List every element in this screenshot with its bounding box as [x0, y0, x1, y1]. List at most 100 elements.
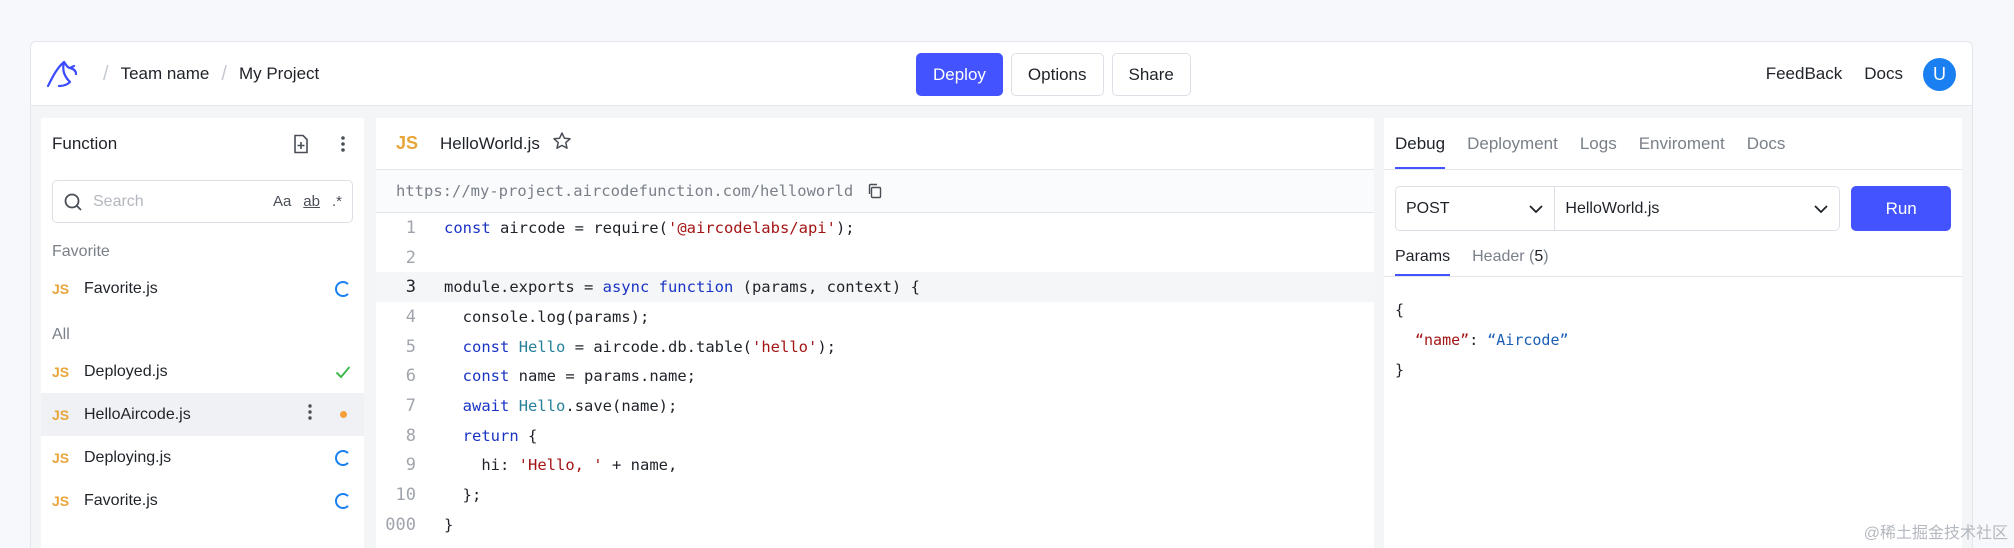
action-buttons: Deploy Options Share: [916, 53, 1191, 96]
code-area[interactable]: 1 const aircode = require('@aircodelabs/a…: [376, 213, 1374, 540]
line-number: 2: [405, 247, 416, 268]
loading-icon: [333, 491, 353, 511]
tab-deployment[interactable]: Deployment: [1467, 134, 1558, 169]
copy-icon[interactable]: [867, 183, 883, 199]
json-line: “name”: “Aircode”: [1395, 325, 1951, 355]
params-json-editor[interactable]: { “name”: “Aircode” }: [1384, 277, 1962, 403]
header-links: FeedBack Docs U: [1766, 42, 1956, 106]
js-file-icon: JS: [52, 363, 70, 380]
js-file-icon: JS: [52, 406, 70, 423]
workspace: Function Search Aa ab .* Favorite JS Fav…: [31, 106, 1972, 548]
loading-icon: [333, 279, 353, 299]
file-name: Deployed.js: [84, 362, 168, 380]
line-number: 8: [405, 425, 416, 446]
tab-docs[interactable]: Docs: [1747, 134, 1786, 169]
watermark: @稀土掘金技术社区: [1863, 525, 2008, 542]
section-label-favorite: Favorite: [52, 243, 110, 260]
file-item-selected[interactable]: JS HelloAircode.js: [41, 393, 364, 436]
js-file-icon: JS: [396, 133, 419, 153]
js-file-icon: JS: [52, 280, 70, 297]
section-label-all: All: [52, 326, 70, 343]
json-key: “name”: [1415, 331, 1470, 349]
header-tab-label: Header (: [1472, 248, 1535, 265]
star-icon[interactable]: [552, 131, 572, 156]
file-value: HelloWorld.js: [1565, 199, 1660, 217]
search-placeholder: Search: [93, 192, 144, 210]
breadcrumb-separator: /: [221, 62, 227, 85]
tab-logs[interactable]: Logs: [1580, 134, 1617, 169]
file-name: HelloAircode.js: [84, 405, 191, 423]
json-colon: :: [1469, 331, 1488, 349]
match-case-toggle[interactable]: Aa: [273, 193, 291, 210]
checkmark-icon: [333, 362, 353, 382]
line-number: 7: [405, 395, 416, 416]
run-button[interactable]: Run: [1851, 186, 1951, 231]
header-count: 5: [1534, 248, 1544, 265]
debug-panel: Debug Deployment Logs Enviroment Docs PO…: [1384, 118, 1962, 548]
breadcrumb-separator: /: [103, 62, 109, 85]
js-file-icon: JS: [52, 449, 70, 466]
search-icon: [64, 193, 82, 211]
json-close-brace: }: [1395, 361, 1405, 379]
chevron-down-icon: [1814, 204, 1828, 213]
breadcrumb-team[interactable]: Team name: [121, 64, 210, 84]
method-value: POST: [1406, 199, 1450, 217]
regex-toggle[interactable]: .*: [332, 193, 342, 210]
share-button[interactable]: Share: [1111, 53, 1191, 96]
tab-debug[interactable]: Debug: [1395, 134, 1446, 169]
line-number: 000: [385, 514, 416, 535]
code-line: 9 hi: 'Hello, ' + name,: [376, 451, 1374, 481]
chevron-down-icon: [1529, 204, 1544, 213]
docs-link[interactable]: Docs: [1864, 64, 1903, 84]
function-url[interactable]: https://my-project.aircodefunction.com/h…: [396, 182, 853, 200]
file-select[interactable]: HelloWorld.js: [1555, 186, 1841, 231]
file-item[interactable]: JS Deployed.js: [41, 350, 364, 393]
aircode-logo-icon[interactable]: [44, 56, 80, 92]
new-file-icon[interactable]: [291, 134, 311, 154]
deploy-button[interactable]: Deploy: [916, 53, 1003, 96]
more-vertical-icon[interactable]: [307, 403, 313, 426]
file-item[interactable]: JS Favorite.js: [41, 479, 364, 522]
tab-params[interactable]: Params: [1395, 248, 1451, 276]
line-number: 6: [405, 366, 416, 387]
sidebar-header: Function: [41, 118, 364, 170]
editor-tab-name: HelloWorld.js: [440, 133, 540, 153]
file-name: Favorite.js: [84, 491, 158, 509]
code-line-current: 3 module.exports = async function (params…: [376, 272, 1374, 303]
code-line: 4 console.log(params);: [376, 302, 1374, 332]
code-line: 1 const aircode = require('@aircodelabs/a…: [376, 213, 1374, 243]
code-line: 2: [376, 243, 1374, 273]
code-editor: JS HelloWorld.js https://my-project.airc…: [376, 118, 1374, 548]
avatar[interactable]: U: [1923, 57, 1956, 91]
code-line: 8 return {: [376, 421, 1374, 451]
unsaved-dot-icon: [333, 405, 353, 425]
top-bar: / Team name / My Project Deploy Options …: [31, 42, 1972, 106]
panel-tabs: Debug Deployment Logs Enviroment Docs: [1384, 118, 1962, 170]
tab-enviroment[interactable]: Enviroment: [1639, 134, 1725, 169]
line-number: 4: [405, 306, 416, 327]
editor-tab[interactable]: JS HelloWorld.js: [376, 118, 1374, 170]
match-word-toggle[interactable]: ab: [303, 193, 320, 210]
more-vertical-icon[interactable]: [333, 134, 353, 154]
js-file-icon: JS: [52, 492, 70, 509]
feedback-link[interactable]: FeedBack: [1766, 64, 1843, 84]
method-select[interactable]: POST: [1395, 186, 1556, 231]
line-number: 9: [405, 455, 416, 476]
file-name: Favorite.js: [84, 279, 158, 297]
sidebar-title: Function: [52, 134, 118, 153]
search-input[interactable]: Search Aa ab .*: [52, 180, 353, 223]
tab-header[interactable]: Header (5): [1472, 248, 1548, 276]
function-sidebar: Function Search Aa ab .* Favorite JS Fav…: [41, 118, 364, 548]
function-url-bar: https://my-project.aircodefunction.com/h…: [376, 170, 1374, 213]
breadcrumb-project[interactable]: My Project: [239, 64, 319, 84]
code-line: 10 };: [376, 480, 1374, 510]
line-number: 3: [405, 277, 416, 298]
json-value: “Aircode”: [1487, 331, 1569, 349]
line-number: 1: [405, 217, 416, 238]
file-item[interactable]: JS Favorite.js: [41, 267, 364, 310]
file-item[interactable]: JS Deploying.js: [41, 436, 364, 479]
app-window: / Team name / My Project Deploy Options …: [30, 41, 1973, 548]
options-button[interactable]: Options: [1010, 53, 1104, 96]
code-line: 000}: [376, 510, 1374, 540]
code-line: 5 const Hello = aircode.db.table('hello'…: [376, 332, 1374, 362]
